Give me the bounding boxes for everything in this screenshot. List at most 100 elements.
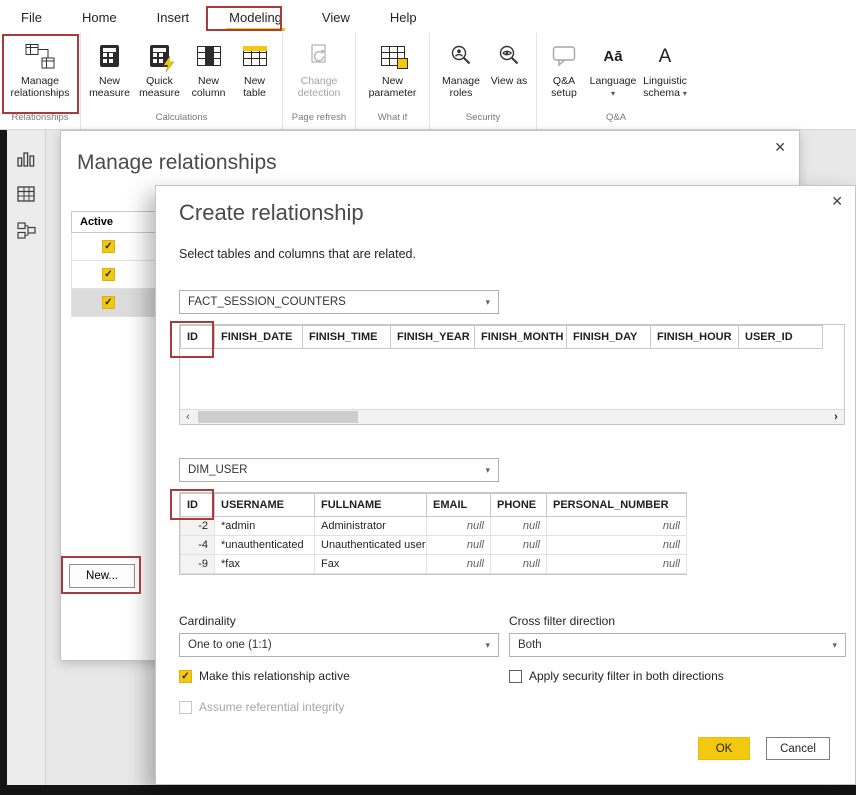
menu-modeling[interactable]: Modeling xyxy=(226,2,285,31)
table2-col-email[interactable]: EMAIL xyxy=(427,494,491,517)
table1-col-finish-day[interactable]: FINISH_DAY xyxy=(567,326,651,349)
referential-integrity-label: Assume referential integrity xyxy=(199,700,344,714)
make-active-checkbox-row[interactable]: ✓ Make this relationship active xyxy=(179,669,350,683)
button-label: Q&A setup xyxy=(542,75,586,100)
table1-col-finish-date[interactable]: FINISH_DATE xyxy=(215,326,303,349)
qa-setup-icon xyxy=(552,42,577,70)
cross-filter-select[interactable]: Both ▾ xyxy=(509,633,846,657)
table1-col-finish-time[interactable]: FINISH_TIME xyxy=(303,326,391,349)
ribbon: Manage relationships Relationships New m… xyxy=(0,33,856,130)
create-relationship-dialog: ✕ Create relationship Select tables and … xyxy=(155,185,856,785)
cell: null xyxy=(547,536,687,555)
scrollbar-thumb[interactable] xyxy=(198,411,358,423)
button-label: Linguistic schema ▾ xyxy=(640,75,690,100)
view-as-button[interactable]: View as xyxy=(487,39,531,90)
qa-setup-button[interactable]: Q&A setup xyxy=(540,39,588,103)
chevron-down-icon: ▾ xyxy=(485,297,490,308)
button-label: Quick measure xyxy=(136,75,184,100)
active-checkbox[interactable]: ✓ xyxy=(102,268,115,281)
cell: Fax xyxy=(315,555,427,574)
close-icon[interactable]: ✕ xyxy=(831,193,843,210)
table2-select[interactable]: DIM_USER ▾ xyxy=(179,458,499,482)
table-row[interactable]: -2 *admin Administrator null null null xyxy=(181,517,687,536)
new-column-button[interactable]: New column xyxy=(186,39,232,103)
view-as-icon xyxy=(498,42,520,70)
table1-scrollbar[interactable]: ‹ › xyxy=(180,409,844,424)
app-window: File Home Insert Modeling View Help xyxy=(0,0,856,795)
table2-select-value: DIM_USER xyxy=(188,464,247,476)
menu-help[interactable]: Help xyxy=(387,2,420,31)
manage-roles-button[interactable]: Manage roles xyxy=(435,39,487,103)
left-edge-bar xyxy=(0,130,7,795)
ribbon-group-calculations: New measure Quick measure New column New… xyxy=(81,33,283,129)
linguistic-schema-icon: A xyxy=(659,42,672,70)
cardinality-label: Cardinality xyxy=(179,614,236,628)
language-icon: Aā xyxy=(603,42,622,70)
table-row[interactable]: -4 *unauthenticated Unauthenticated user… xyxy=(181,536,687,555)
language-button[interactable]: Aā Language ▾ xyxy=(588,39,638,103)
cross-filter-value: Both xyxy=(518,639,542,651)
table1-col-id[interactable]: ID xyxy=(181,326,215,349)
status-bar xyxy=(0,785,856,795)
cell: null xyxy=(547,555,687,574)
security-filter-checkbox-row[interactable]: Apply security filter in both directions xyxy=(509,669,724,683)
menu-view[interactable]: View xyxy=(319,2,353,31)
group-label-what-if: What if xyxy=(356,112,429,129)
menubar: File Home Insert Modeling View Help xyxy=(0,0,856,33)
menu-file[interactable]: File xyxy=(18,2,45,31)
scroll-left-icon[interactable]: ‹ xyxy=(180,410,196,424)
create-dialog-title: Create relationship xyxy=(179,200,364,226)
linguistic-schema-button[interactable]: A Linguistic schema ▾ xyxy=(638,39,692,103)
ribbon-group-what-if: New parameter What if xyxy=(356,33,430,129)
menu-home[interactable]: Home xyxy=(79,2,120,31)
data-view-icon xyxy=(17,186,35,202)
referential-integrity-checkbox xyxy=(179,701,192,714)
ok-button[interactable]: OK xyxy=(698,737,750,760)
cross-filter-label: Cross filter direction xyxy=(509,614,615,628)
table1-col-finish-month[interactable]: FINISH_MONTH xyxy=(475,326,567,349)
table2-col-personal-number[interactable]: PERSONAL_NUMBER xyxy=(547,494,687,517)
table2-col-id[interactable]: ID xyxy=(181,494,215,517)
menu-insert[interactable]: Insert xyxy=(154,2,193,31)
table2-col-phone[interactable]: PHONE xyxy=(491,494,547,517)
table1-select[interactable]: FACT_SESSION_COUNTERS ▾ xyxy=(179,290,499,314)
group-label-qa: Q&A xyxy=(537,112,695,129)
security-filter-label: Apply security filter in both directions xyxy=(529,669,724,683)
security-filter-checkbox[interactable] xyxy=(509,670,522,683)
table1-col-user-id[interactable]: USER_ID xyxy=(739,326,823,349)
cell: null xyxy=(491,555,547,574)
table-row[interactable]: -9 *fax Fax null null null xyxy=(181,555,687,574)
scrollbar-track[interactable] xyxy=(196,410,828,424)
new-column-icon xyxy=(197,42,221,70)
cardinality-select[interactable]: One to one (1:1) ▾ xyxy=(179,633,499,657)
cell: Administrator xyxy=(315,517,427,536)
report-view-button[interactable] xyxy=(7,140,45,176)
button-label: New measure xyxy=(88,75,132,100)
active-checkbox[interactable]: ✓ xyxy=(102,296,115,309)
manage-relationships-button[interactable]: Manage relationships xyxy=(1,39,79,103)
close-icon[interactable]: ✕ xyxy=(774,139,786,156)
table1-col-finish-hour[interactable]: FINISH_HOUR xyxy=(651,326,739,349)
dropdown-chevron-icon: ▾ xyxy=(611,89,615,98)
cancel-button[interactable]: Cancel xyxy=(766,737,830,760)
scroll-right-icon[interactable]: › xyxy=(828,410,844,424)
chevron-down-icon: ▾ xyxy=(832,640,837,651)
data-view-button[interactable] xyxy=(7,176,45,212)
cell: -9 xyxy=(181,555,215,574)
referential-integrity-checkbox-row: Assume referential integrity xyxy=(179,700,344,714)
quick-measure-icon xyxy=(150,42,169,70)
model-view-button[interactable] xyxy=(7,212,45,248)
chevron-down-icon: ▾ xyxy=(485,640,490,651)
quick-measure-button[interactable]: Quick measure xyxy=(134,39,186,103)
table2-col-fullname[interactable]: FULLNAME xyxy=(315,494,427,517)
active-checkbox[interactable]: ✓ xyxy=(102,240,115,253)
new-relationship-button[interactable]: New... xyxy=(69,564,135,588)
table1-col-finish-year[interactable]: FINISH_YEAR xyxy=(391,326,475,349)
ribbon-group-page-refresh: Change detection Page refresh xyxy=(283,33,356,129)
table2-col-username[interactable]: USERNAME xyxy=(215,494,315,517)
new-parameter-button[interactable]: New parameter xyxy=(363,39,423,103)
make-active-checkbox[interactable]: ✓ xyxy=(179,670,192,683)
new-table-button[interactable]: New table xyxy=(232,39,278,103)
group-label-page-refresh: Page refresh xyxy=(283,112,355,129)
new-measure-button[interactable]: New measure xyxy=(86,39,134,103)
